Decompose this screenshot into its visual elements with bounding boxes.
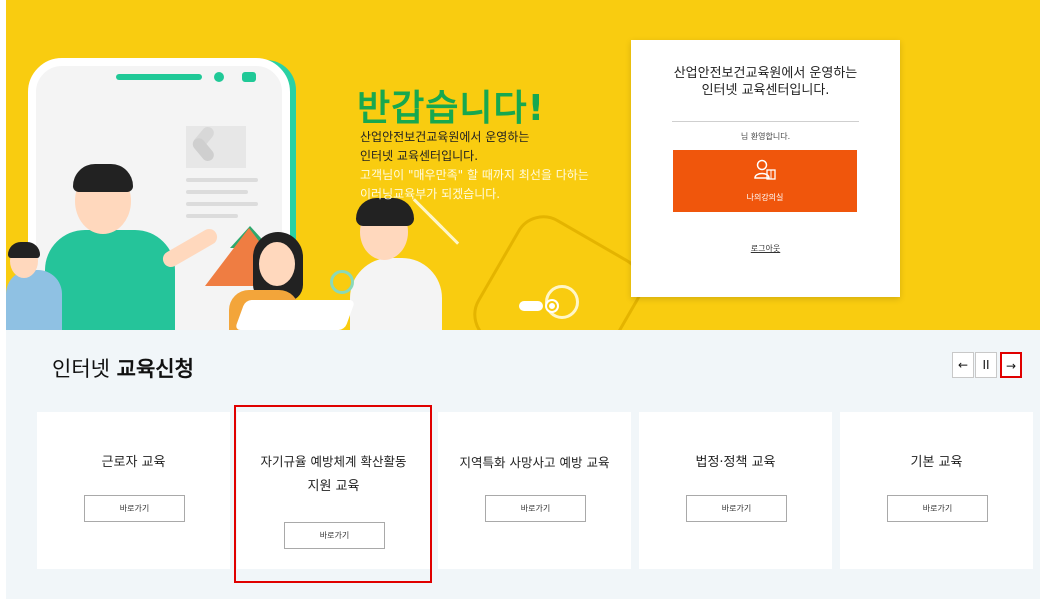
my-class-button[interactable]: 나의강의실 bbox=[673, 150, 857, 212]
pause-icon: II bbox=[982, 358, 990, 372]
login-card-title: 산업안전보건교육원에서 운영하는 인터넷 교육센터입니다. bbox=[631, 65, 900, 99]
pause-button[interactable]: II bbox=[975, 352, 997, 378]
next-button[interactable]: → bbox=[1000, 352, 1022, 378]
edu-card-title: 근로자 교육 bbox=[101, 455, 166, 470]
laptop-illustration bbox=[234, 300, 356, 330]
edu-card-worker: 근로자 교육 바로가기 bbox=[37, 412, 230, 569]
prev-button[interactable]: ← bbox=[952, 352, 974, 378]
goto-button[interactable]: 바로가기 bbox=[84, 495, 185, 522]
highlight-box bbox=[234, 405, 432, 583]
hero-desc-line3: 고객님이 "매우만족" 할 때까지 최선을 다하는 bbox=[360, 168, 589, 182]
hero-desc-line4: 이러닝교육부가 되겠습니다. bbox=[360, 187, 501, 201]
arrow-left-icon: ← bbox=[957, 358, 969, 372]
login-card: 산업안전보건교육원에서 운영하는 인터넷 교육센터입니다. 님 환영합니다. 나… bbox=[631, 40, 900, 297]
decor-circle bbox=[330, 270, 354, 294]
edu-card-title: 기본 교육 bbox=[910, 455, 963, 470]
login-card-title-line2: 인터넷 교육센터입니다. bbox=[701, 83, 830, 98]
login-card-title-line1: 산업안전보건교육원에서 운영하는 bbox=[673, 66, 858, 81]
edu-card-title: 법정·정책 교육 bbox=[695, 455, 776, 470]
my-class-label: 나의강의실 bbox=[746, 193, 784, 202]
person-illustration-left bbox=[0, 240, 70, 330]
welcome-text: 님 환영합니다. bbox=[740, 132, 791, 141]
logout-link[interactable]: 로그아웃 bbox=[631, 243, 900, 254]
edu-card-title: 지역특화 사망사고 예방 교육 bbox=[459, 455, 610, 470]
goto-button[interactable]: 바로가기 bbox=[887, 495, 988, 522]
edu-card-basic: 기본 교육 바로가기 bbox=[840, 412, 1033, 569]
person-illustration-main bbox=[40, 160, 240, 330]
slide-pager[interactable] bbox=[519, 297, 569, 315]
hero-desc-line1: 산업안전보건교육원에서 운영하는 bbox=[360, 130, 530, 144]
slide-dot-active[interactable] bbox=[519, 301, 543, 311]
edu-title-bold: 교육신청 bbox=[116, 357, 194, 381]
goto-button[interactable]: 바로가기 bbox=[686, 495, 787, 522]
edu-title-normal: 인터넷 bbox=[52, 357, 117, 381]
hero-title: 반갑습니다! bbox=[357, 88, 546, 129]
hero-desc-line2: 인터넷 교육센터입니다. bbox=[360, 149, 479, 163]
user-book-icon bbox=[754, 159, 776, 180]
hero-banner: 반갑습니다! 산업안전보건교육원에서 운영하는 인터넷 교육센터입니다. 고객님… bbox=[0, 0, 1040, 330]
divider bbox=[672, 121, 859, 122]
edu-card-legal-policy: 법정·정책 교육 바로가기 bbox=[639, 412, 832, 569]
slide-dot[interactable] bbox=[547, 301, 557, 311]
page: 반갑습니다! 산업안전보건교육원에서 운영하는 인터넷 교육센터입니다. 고객님… bbox=[0, 0, 1040, 599]
goto-button[interactable]: 바로가기 bbox=[485, 495, 586, 522]
arrow-right-icon: → bbox=[1005, 359, 1017, 373]
edu-card-regional: 지역특화 사망사고 예방 교육 바로가기 bbox=[438, 412, 631, 569]
edu-section-title: 인터넷 교육신청 bbox=[52, 353, 194, 383]
